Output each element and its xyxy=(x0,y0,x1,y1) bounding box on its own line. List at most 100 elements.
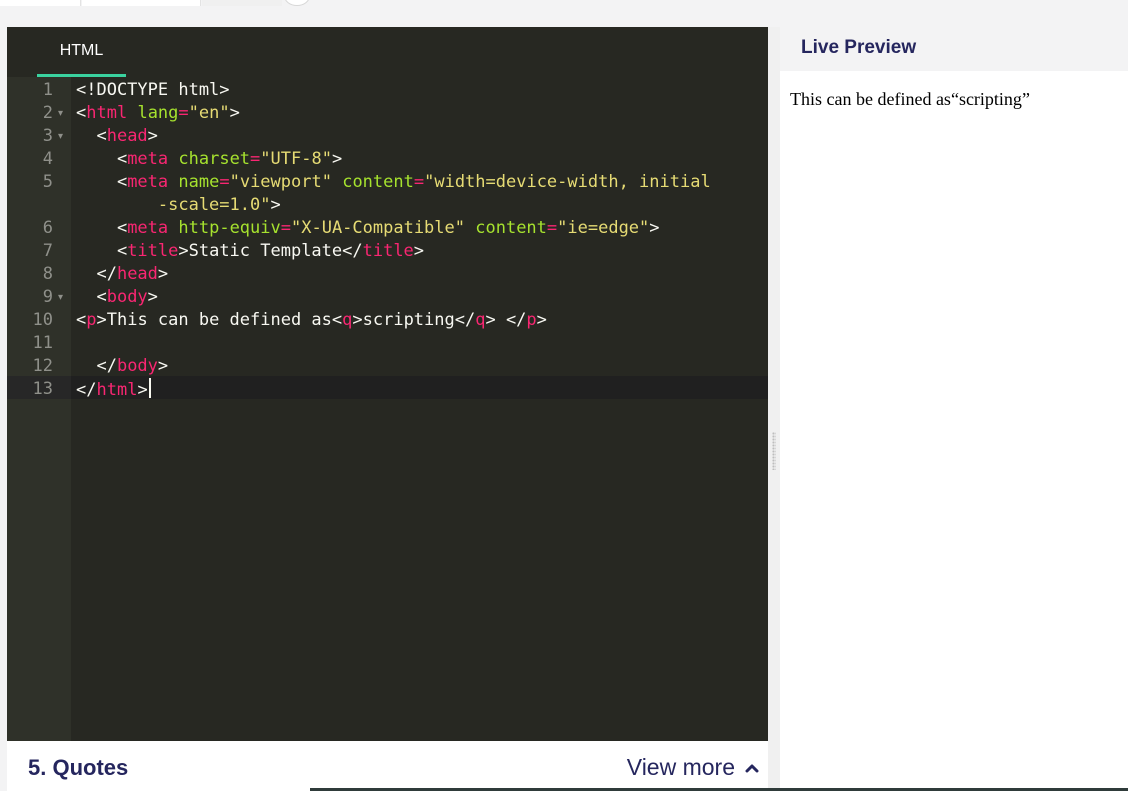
code-text: <!DOCTYPE html> xyxy=(76,79,764,102)
code-token: meta xyxy=(127,149,169,169)
line-number-cell: 12 xyxy=(7,353,71,376)
top-circle-button[interactable] xyxy=(284,0,310,6)
code-text: <p>This can be defined as<q>scripting</q… xyxy=(76,309,764,332)
code-token: > xyxy=(536,310,547,330)
code-token: q xyxy=(342,310,353,330)
code-area[interactable]: 1 <!DOCTYPE html> 2 ▾ <html lang="en"> 3 ▾ <he… xyxy=(7,77,768,400)
code-token: < xyxy=(76,218,128,238)
code-token: </ xyxy=(76,380,97,400)
code-token: > xyxy=(157,264,169,284)
code-token: = xyxy=(178,103,189,123)
code-token: content xyxy=(475,218,547,238)
top-tab[interactable] xyxy=(202,0,282,6)
code-line[interactable]: 12 </body> xyxy=(7,353,768,376)
preview-output: This can be defined as“scripting” xyxy=(790,89,1030,110)
code-token: = xyxy=(280,218,291,238)
preview-quote-text: scripting xyxy=(958,89,1022,109)
code-line[interactable]: 2 ▾ <html lang="en"> xyxy=(7,100,768,123)
view-more-button[interactable]: View more xyxy=(627,754,759,781)
code-line[interactable]: 10 <p>This can be defined as<q>scripting<… xyxy=(7,307,768,330)
code-line[interactable]: 13 </html> xyxy=(7,376,768,400)
tab-html[interactable]: HTML xyxy=(37,27,126,77)
line-number-cell: 6 xyxy=(7,215,71,238)
code-token: > </ xyxy=(485,310,527,330)
code-token: = xyxy=(413,172,425,192)
top-tab[interactable] xyxy=(82,0,201,6)
code-text: <title>Static Template</title> xyxy=(76,240,764,263)
live-preview-panel: Live Preview This can be defined as“scri… xyxy=(780,27,1128,791)
code-token: name xyxy=(178,172,220,192)
code-token: = xyxy=(250,149,261,169)
line-number: 11 xyxy=(32,333,53,353)
code-text: <meta charset="UTF-8"> xyxy=(76,148,764,171)
line-number: 5 xyxy=(42,172,53,192)
code-token: http-equiv xyxy=(178,218,281,238)
code-line[interactable]: 1 <!DOCTYPE html> xyxy=(7,77,768,100)
code-line[interactable]: 9 ▾ <body> xyxy=(7,284,768,307)
lesson-footer: 5. Quotes View more xyxy=(7,741,768,791)
fold-arrow-icon[interactable]: ▾ xyxy=(58,286,63,309)
editor-tab-bar: HTML xyxy=(7,27,768,77)
code-token: > xyxy=(270,195,281,215)
code-token: < xyxy=(76,126,107,146)
line-number: 3 xyxy=(42,126,53,146)
line-number: 7 xyxy=(42,241,53,261)
preview-header: Live Preview xyxy=(780,27,1128,71)
code-line[interactable]: 8 </head> xyxy=(7,261,768,284)
code-token: "ie=edge" xyxy=(557,218,650,238)
code-token: "UTF-8" xyxy=(260,149,332,169)
code-token: < xyxy=(76,149,128,169)
code-line[interactable]: 11 xyxy=(7,330,768,353)
code-token: < xyxy=(76,172,128,192)
code-text: <head> xyxy=(76,125,764,148)
code-text: <meta name="viewport" content="width=dev… xyxy=(76,171,764,217)
line-number: 8 xyxy=(42,264,53,284)
code-line[interactable]: 3 ▾ <head> xyxy=(7,123,768,146)
code-token: < xyxy=(76,103,87,123)
drag-handle-icon[interactable] xyxy=(772,432,776,470)
code-token: q xyxy=(475,310,486,330)
code-token: > xyxy=(147,287,158,307)
line-number-cell: 9 ▾ xyxy=(7,284,71,307)
code-token: > xyxy=(137,380,148,400)
code-token: meta xyxy=(127,218,169,238)
top-tab[interactable] xyxy=(0,0,81,6)
tab-html-label: HTML xyxy=(59,42,104,59)
lesson-title: 5. Quotes xyxy=(28,755,129,780)
line-number-cell: 11 xyxy=(7,330,71,353)
code-line[interactable]: 6 <meta http-equiv="X-UA-Compatible" con… xyxy=(7,215,768,238)
code-token: < xyxy=(76,287,107,307)
line-number-cell: 10 xyxy=(7,307,71,330)
panel-resizer[interactable] xyxy=(768,27,780,791)
fold-arrow-icon[interactable]: ▾ xyxy=(58,125,63,148)
code-token: >Static Template</ xyxy=(178,241,363,261)
code-line[interactable]: 4 <meta charset="UTF-8"> xyxy=(7,146,768,169)
preview-text: This can be defined as xyxy=(790,89,951,109)
code-text: </head> xyxy=(76,263,764,286)
code-line[interactable]: 5 <meta name="viewport" content="width=d… xyxy=(7,169,768,215)
preview-quote: “scripting” xyxy=(950,89,1030,109)
line-number-cell: 4 xyxy=(7,146,71,169)
line-number: 4 xyxy=(42,149,53,169)
code-token: </ xyxy=(76,356,117,376)
code-token: charset xyxy=(178,149,251,169)
code-token: title xyxy=(127,241,179,261)
line-number: 12 xyxy=(32,356,53,376)
line-number: 13 xyxy=(32,379,53,399)
code-token: > xyxy=(157,356,169,376)
text-cursor xyxy=(148,378,151,398)
code-token: < xyxy=(76,241,128,261)
code-text: <html lang="en"> xyxy=(76,102,764,125)
fold-arrow-icon[interactable]: ▾ xyxy=(58,102,63,125)
view-more-label: View more xyxy=(626,754,735,780)
line-number-cell: 7 xyxy=(7,238,71,261)
line-number-cell: 13 xyxy=(7,376,71,399)
code-token: >This can be defined as< xyxy=(96,310,343,330)
code-line[interactable]: 7 <title>Static Template</title> xyxy=(7,238,768,261)
code-editor-panel: HTML 1 <!DOCTYPE html> 2 ▾ <html lang="en"> 3… xyxy=(7,27,768,741)
code-text: </body> xyxy=(76,355,764,378)
line-number: 1 xyxy=(42,80,53,100)
line-number-cell: 2 ▾ xyxy=(7,100,71,123)
